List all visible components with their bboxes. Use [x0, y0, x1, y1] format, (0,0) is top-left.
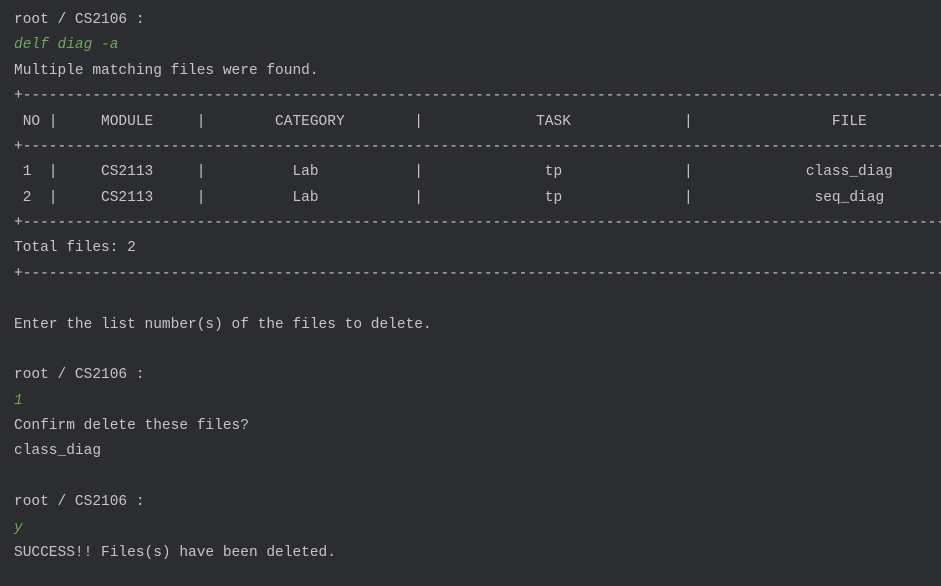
command-input[interactable]: delf diag -a: [14, 33, 927, 58]
file-name: class_diag: [14, 439, 927, 464]
table-row: 2 | CS2113 | Lab | tp | seq_diag: [14, 186, 927, 211]
user-input[interactable]: 1: [14, 389, 927, 414]
output-message: Confirm delete these files?: [14, 414, 927, 439]
prompt-line: root / CS2106 :: [14, 490, 927, 515]
table-border: +---------------------------------------…: [14, 84, 927, 109]
blank-line: [14, 338, 927, 363]
table-border: +---------------------------------------…: [14, 135, 927, 160]
prompt-line: root / CS2106 :: [14, 8, 927, 33]
user-input[interactable]: y: [14, 516, 927, 541]
table-header: NO | MODULE | CATEGORY | TASK | FILE: [14, 110, 927, 135]
output-message: Enter the list number(s) of the files to…: [14, 313, 927, 338]
prompt-line: root / CS2106 :: [14, 363, 927, 388]
output-message: Multiple matching files were found.: [14, 59, 927, 84]
terminal-output: root / CS2106 : delf diag -a Multiple ma…: [14, 8, 927, 566]
total-files: Total files: 2: [14, 236, 927, 261]
blank-line: [14, 465, 927, 490]
table-border: +---------------------------------------…: [14, 262, 927, 287]
table-row: 1 | CS2113 | Lab | tp | class_diag: [14, 160, 927, 185]
blank-line: [14, 287, 927, 312]
success-message: SUCCESS!! Files(s) have been deleted.: [14, 541, 927, 566]
table-border: +---------------------------------------…: [14, 211, 927, 236]
